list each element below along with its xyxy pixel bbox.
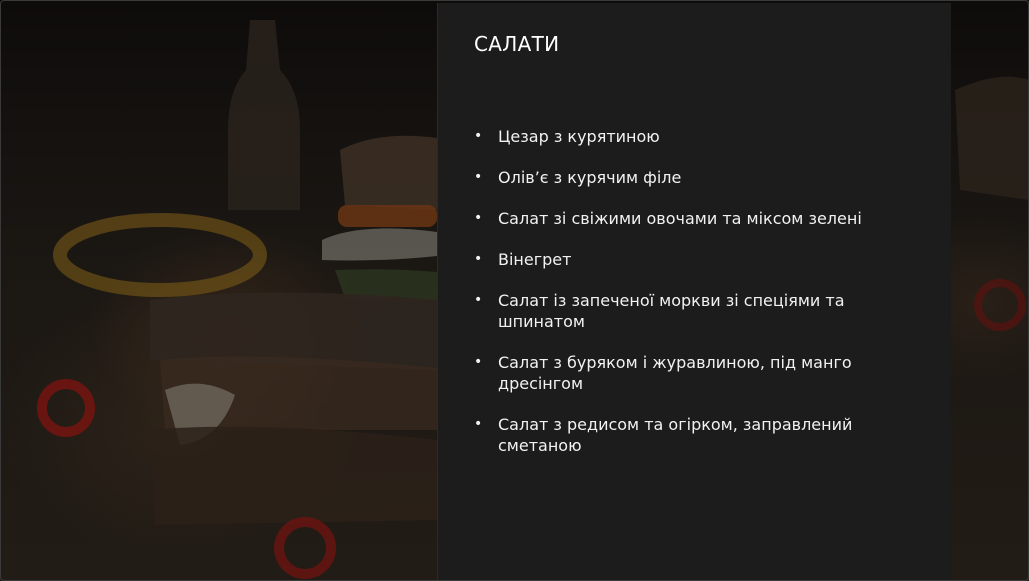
- list-item-text: Салат з буряком і журавлиною, під манго …: [498, 353, 852, 393]
- list-item-text: Вінегрет: [498, 250, 572, 269]
- list-item-text: Салат зі свіжими овочами та міксом зелен…: [498, 209, 862, 228]
- list-item-text: Салат із запеченої моркви зі спеціями та…: [498, 291, 845, 331]
- list-item: • Салат із запеченої моркви зі спеціями …: [474, 290, 914, 332]
- list-item: • Цезар з курятиною: [474, 126, 914, 147]
- bullet-icon: •: [474, 292, 483, 308]
- bullet-icon: •: [474, 416, 483, 432]
- list-item-text: Олів’є з курячим філе: [498, 168, 682, 187]
- list-item: • Салат зі свіжими овочами та міксом зел…: [474, 208, 914, 229]
- slide: САЛАТИ • Цезар з курятиною • Олів’є з ку…: [0, 0, 1029, 581]
- bullet-icon: •: [474, 251, 483, 267]
- bullet-icon: •: [474, 128, 483, 144]
- list-item: • Салат з редисом та огірком, заправлени…: [474, 414, 914, 456]
- salad-list: • Цезар з курятиною • Олів’є з курячим ф…: [474, 126, 914, 476]
- bullet-icon: •: [474, 169, 483, 185]
- section-title: САЛАТИ: [474, 32, 560, 56]
- bullet-icon: •: [474, 354, 483, 370]
- menu-panel: САЛАТИ • Цезар з курятиною • Олів’є з ку…: [437, 3, 951, 581]
- list-item-text: Цезар з курятиною: [498, 127, 660, 146]
- list-item: • Олів’є з курячим філе: [474, 167, 914, 188]
- list-item: • Салат з буряком і журавлиною, під манг…: [474, 352, 914, 394]
- bullet-icon: •: [474, 210, 483, 226]
- list-item-text: Салат з редисом та огірком, заправлений …: [498, 415, 853, 455]
- list-item: • Вінегрет: [474, 249, 914, 270]
